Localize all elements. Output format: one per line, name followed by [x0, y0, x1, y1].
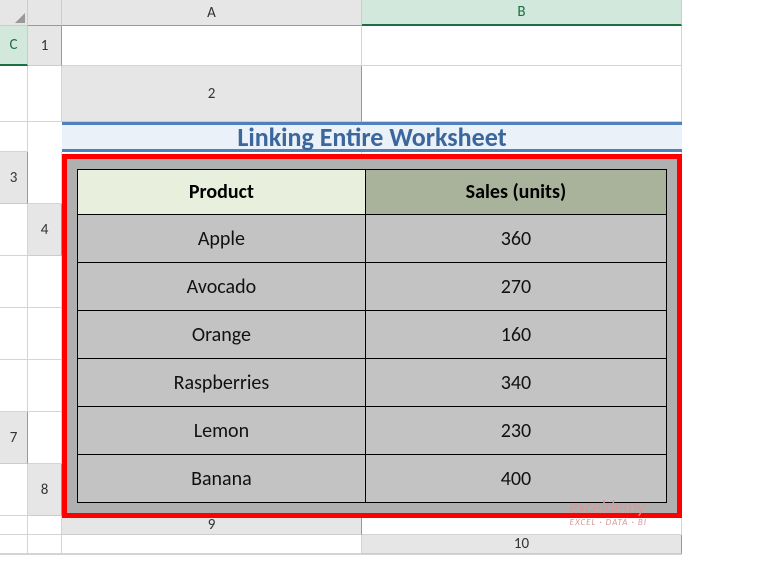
- watermark-title: exceldemy: [570, 498, 647, 518]
- cell-sales[interactable]: 400: [365, 455, 666, 503]
- cell-C8[interactable]: [28, 516, 62, 535]
- gutter-cell: [0, 360, 28, 412]
- col-header-B[interactable]: B: [362, 0, 682, 26]
- cell-sales[interactable]: 160: [365, 311, 666, 359]
- cell-B10[interactable]: [62, 554, 362, 555]
- cell-C1[interactable]: [28, 66, 62, 122]
- table-header-row: Product Sales (units): [78, 170, 667, 215]
- cell-product[interactable]: Apple: [78, 215, 366, 263]
- row-header-8[interactable]: 8: [28, 464, 62, 516]
- cell-A9[interactable]: [0, 535, 28, 554]
- highlighted-table: Product Sales (units) Apple 360 Avocado …: [62, 154, 682, 518]
- cell-C7[interactable]: [0, 464, 28, 516]
- cell-B8[interactable]: [0, 516, 28, 535]
- cell-B5[interactable]: [28, 308, 62, 360]
- table-row: Lemon 230: [78, 407, 667, 455]
- cell-sales[interactable]: 340: [365, 359, 666, 407]
- cell-product[interactable]: Lemon: [78, 407, 366, 455]
- cell-sales[interactable]: 270: [365, 263, 666, 311]
- row-header-1[interactable]: 1: [28, 26, 62, 66]
- gutter-cell: [362, 66, 682, 122]
- cell-A10[interactable]: [28, 554, 62, 555]
- cell-C9[interactable]: [62, 535, 362, 554]
- watermark-subtitle: EXCEL · DATA · BI: [570, 518, 647, 528]
- page-title[interactable]: Linking Entire Worksheet: [62, 122, 682, 152]
- row-header-7[interactable]: 7: [0, 412, 28, 464]
- cell-B4[interactable]: [0, 256, 28, 308]
- col-header-blank[interactable]: [28, 0, 62, 26]
- col-header-A[interactable]: A: [62, 0, 362, 26]
- cell-sales[interactable]: 230: [365, 407, 666, 455]
- header-sales[interactable]: Sales (units): [365, 170, 666, 215]
- cell-product[interactable]: Banana: [78, 455, 366, 503]
- gutter-cell: [62, 26, 362, 66]
- watermark: exceldemy EXCEL · DATA · BI: [570, 498, 647, 528]
- table-row: Banana 400: [78, 455, 667, 503]
- table-row: Raspberries 340: [78, 359, 667, 407]
- cell-B1[interactable]: [0, 66, 28, 122]
- header-product[interactable]: Product: [78, 170, 366, 215]
- row-header-2[interactable]: 2: [62, 66, 362, 122]
- gutter-cell: [28, 412, 62, 464]
- cell-A1[interactable]: [362, 26, 682, 66]
- col-header-C[interactable]: C: [0, 26, 28, 66]
- table-row: Orange 160: [78, 311, 667, 359]
- cell-C4[interactable]: [28, 256, 62, 308]
- cell-sales[interactable]: 360: [365, 215, 666, 263]
- cell-C10[interactable]: [362, 554, 682, 555]
- cell-A2[interactable]: [0, 122, 28, 152]
- cell-C3[interactable]: [0, 204, 28, 256]
- table-row: Apple 360: [78, 215, 667, 263]
- row-header-4[interactable]: 4: [28, 204, 62, 256]
- table-row: Avocado 270: [78, 263, 667, 311]
- row-header-9[interactable]: 9: [62, 516, 362, 535]
- cell-A6[interactable]: [28, 360, 62, 412]
- cell-product[interactable]: Raspberries: [78, 359, 366, 407]
- select-all-corner[interactable]: [0, 0, 28, 26]
- cell-product[interactable]: Orange: [78, 311, 366, 359]
- gutter-cell: [0, 554, 28, 555]
- gutter-cell: [28, 152, 62, 204]
- row-header-10[interactable]: 10: [362, 535, 682, 554]
- cell-B9[interactable]: [28, 535, 62, 554]
- cell-A5[interactable]: [0, 308, 28, 360]
- cell-product[interactable]: Avocado: [78, 263, 366, 311]
- row-header-3[interactable]: 3: [0, 152, 28, 204]
- data-table: Product Sales (units) Apple 360 Avocado …: [77, 169, 667, 503]
